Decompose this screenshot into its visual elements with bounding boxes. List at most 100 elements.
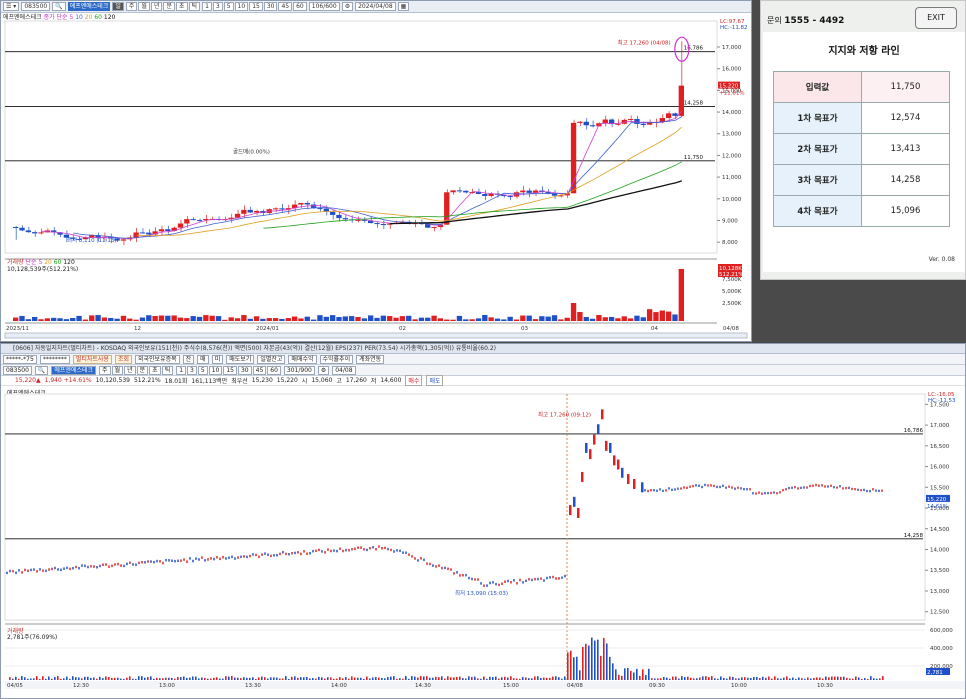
- period-button-2-3[interactable]: 10: [208, 365, 223, 375]
- volume-bar: [51, 317, 57, 321]
- price-field-15[interactable]: 매수: [405, 375, 423, 386]
- account-toolbar-item-1[interactable]: ********: [39, 354, 70, 364]
- volume-bar-2: [195, 676, 197, 680]
- volume-bar-2: [417, 677, 419, 680]
- hc-badge-2: HC:-11.53: [928, 398, 956, 404]
- price-field-1: 1,940 +14.61%: [44, 377, 92, 384]
- volume-bar: [120, 315, 127, 321]
- date-field-2[interactable]: 04/08: [332, 365, 356, 375]
- search-icon[interactable]: 🔍: [34, 365, 49, 375]
- unit-button-2-0[interactable]: 주: [99, 365, 111, 375]
- account-toolbar-item-11[interactable]: 수익률추이: [319, 354, 354, 364]
- settings-icon[interactable]: ⚙: [317, 365, 330, 375]
- volume-bar-2: [867, 678, 869, 680]
- high-annotation-2: 최고 17,260 (09:12): [538, 410, 591, 418]
- period-button-2-1[interactable]: 3: [187, 365, 197, 375]
- account-toolbar-item-0[interactable]: *****-*75: [3, 354, 37, 364]
- period-button-2[interactable]: 5: [223, 2, 234, 11]
- period-button-2-0[interactable]: 1: [176, 365, 187, 375]
- unit-button-1[interactable]: 월: [138, 2, 150, 11]
- account-toolbar-item-2[interactable]: 멀티차트사용: [72, 354, 112, 364]
- menu-dropdown[interactable]: ☰ ▾: [3, 2, 20, 11]
- price-tick-label-2: 14,500: [930, 527, 950, 533]
- target-1-value: 12,574: [861, 102, 950, 134]
- volume-bar-2: [462, 678, 464, 680]
- count-field-2[interactable]: 301/900: [283, 365, 315, 375]
- mode-day[interactable]: 일: [112, 2, 124, 11]
- unit-button-2-3[interactable]: 분: [136, 365, 149, 375]
- unit-button-2-4[interactable]: 초: [149, 365, 161, 375]
- unit-button-4[interactable]: 초: [176, 2, 188, 11]
- period-button-4[interactable]: 15: [249, 2, 263, 11]
- period-button-3[interactable]: 10: [234, 2, 249, 11]
- period-button-2-4[interactable]: 15: [223, 365, 237, 375]
- volume-tick-label-2: 400,000: [930, 646, 953, 652]
- volume-bar-2: [108, 677, 110, 680]
- volume-bar-2: [705, 676, 707, 680]
- account-toolbar-item-10[interactable]: 매매수익: [288, 354, 317, 364]
- volume-bar: [393, 317, 399, 321]
- target-1-label: 1차 목표가: [773, 102, 862, 134]
- volume-bar-2: [234, 677, 236, 680]
- search-icon[interactable]: 🔍: [52, 2, 66, 11]
- period-button-6[interactable]: 45: [278, 2, 293, 11]
- period-button-5[interactable]: 30: [263, 2, 278, 11]
- account-toolbar-item-9[interactable]: 일별잔고: [257, 354, 286, 364]
- candle-body: [336, 214, 342, 219]
- unit-button-2-2[interactable]: 년: [124, 365, 136, 375]
- period-button-1[interactable]: 3: [212, 2, 223, 11]
- unit-button-3[interactable]: 분: [163, 2, 175, 11]
- daily-candle-chart[interactable]: 17,00016,00015,00014,00013,00012,00011,0…: [1, 13, 751, 341]
- volume-bar-2: [156, 677, 158, 680]
- unit-button-5[interactable]: 틱: [188, 2, 201, 11]
- input-value[interactable]: 11,750: [861, 71, 950, 103]
- period-button-2-2[interactable]: 5: [197, 365, 208, 375]
- volume-bar-2: [729, 676, 731, 680]
- account-toolbar-item-12[interactable]: 계좌연동: [356, 354, 385, 364]
- volume-bar-2: [678, 678, 680, 680]
- volume-bar: [387, 316, 393, 321]
- volume-bar-2: [48, 676, 50, 680]
- date-field[interactable]: 2024/04/08: [355, 2, 396, 11]
- account-toolbar-item-3[interactable]: 조회: [114, 354, 132, 364]
- period-button-2-6[interactable]: 45: [252, 365, 267, 375]
- volume-bar-2: [540, 677, 542, 680]
- calendar-icon[interactable]: ▦: [397, 2, 410, 11]
- period-button-2-5[interactable]: 30: [237, 365, 252, 375]
- volume-bar-2: [492, 677, 494, 680]
- volume-bar-2: [267, 678, 269, 680]
- unit-button-0[interactable]: 주: [125, 2, 138, 11]
- volume-bar-2: [162, 678, 164, 680]
- unit-button-2-5[interactable]: 틱: [161, 365, 174, 375]
- period-button-2-7[interactable]: 60: [267, 365, 281, 375]
- volume-bar-2: [30, 678, 32, 680]
- x-tick-label: 2023/11: [6, 326, 29, 332]
- stock-code-input-2[interactable]: 083500: [3, 365, 32, 375]
- period-button-0[interactable]: 1: [202, 2, 212, 11]
- stock-code-input[interactable]: 083500: [21, 2, 51, 11]
- count-field[interactable]: 106/600: [308, 2, 340, 11]
- row-input: 입력값 11,750: [773, 71, 950, 103]
- last-price-badge: 15,220: [719, 84, 739, 90]
- account-toolbar-item-5[interactable]: 잔: [182, 354, 195, 364]
- volume-bar: [551, 315, 558, 321]
- exit-button[interactable]: EXIT: [915, 7, 957, 29]
- row-target-2: 2차 목표가 13,413: [773, 133, 950, 165]
- volume-bar-2: [216, 677, 218, 680]
- window-title: [0606] 자동일지차트(멀티차트) - KOSDAQ 외국인보유(151(천…: [1, 344, 965, 354]
- settings-icon[interactable]: ⚙: [341, 2, 354, 11]
- unit-button-2[interactable]: 년: [150, 2, 163, 11]
- account-toolbar-item-4[interactable]: 외국인보유증목: [134, 354, 180, 364]
- account-toolbar-item-8[interactable]: 매도보기: [226, 354, 255, 364]
- unit-button-2-1[interactable]: 월: [111, 365, 124, 375]
- account-toolbar-item-7[interactable]: 미: [211, 354, 224, 364]
- price-field-16[interactable]: 매도: [426, 375, 444, 386]
- volume-bar-2: [714, 678, 716, 680]
- x-tick-label-2: 09:30: [649, 683, 665, 689]
- volume-bar-2: [90, 677, 92, 680]
- volume-bar-2: [333, 678, 335, 680]
- minute-line-chart[interactable]: 17,50017,00016,50016,00015,50015,00014,5…: [1, 388, 965, 698]
- account-toolbar-item-6[interactable]: 매: [197, 354, 209, 364]
- change-badge: +11.81%: [719, 91, 745, 97]
- period-button-7[interactable]: 60: [293, 2, 307, 11]
